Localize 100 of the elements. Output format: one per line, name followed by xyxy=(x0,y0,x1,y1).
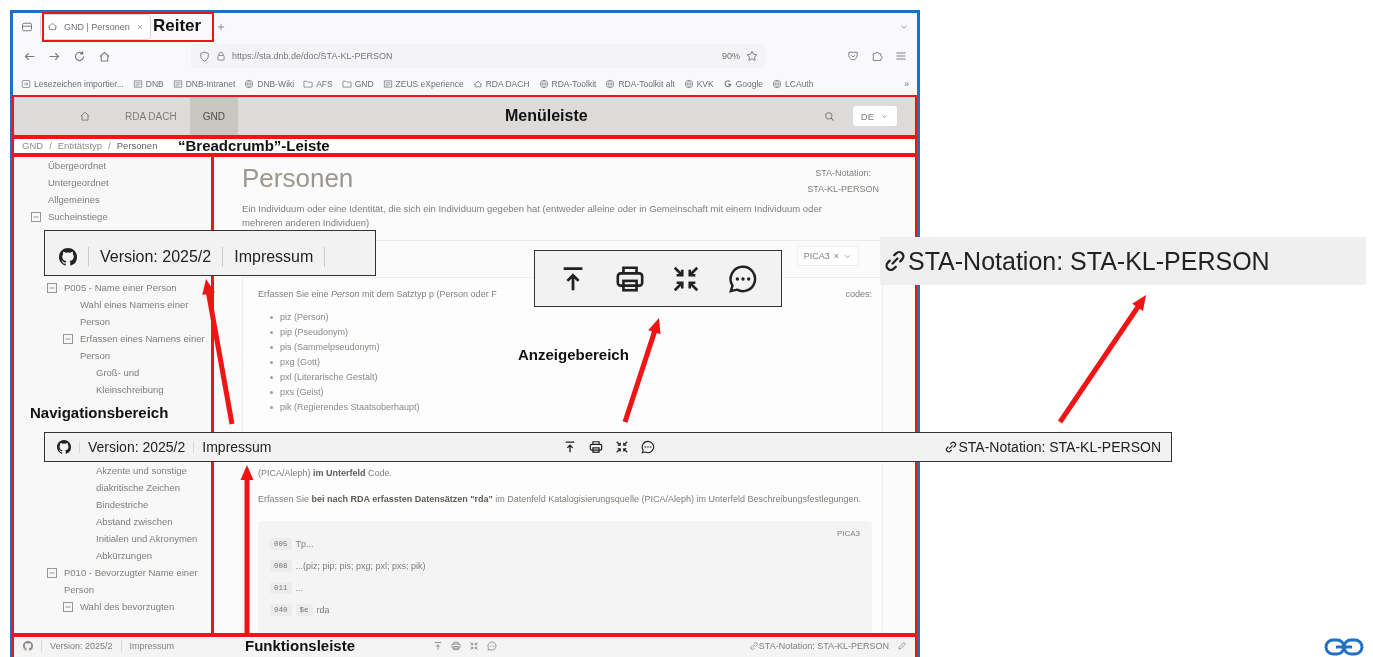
close-icon[interactable] xyxy=(135,22,144,31)
cat-logo-icon[interactable] xyxy=(57,440,71,454)
nav-item[interactable]: Abstand zwischen Initialen und Akronymen xyxy=(96,513,205,547)
home-icon[interactable] xyxy=(98,49,111,63)
bookmark-link[interactable]: LCAuth xyxy=(785,78,814,89)
code-link[interactable]: pxs (Geist) xyxy=(280,385,324,400)
puzzle-icon[interactable] xyxy=(871,50,883,62)
link-icon xyxy=(882,248,908,274)
menu-icon[interactable] xyxy=(895,50,907,62)
arrow-to-top-icon[interactable] xyxy=(563,440,577,454)
instruction-text: codes: xyxy=(845,288,872,301)
field-value: rda xyxy=(316,605,330,615)
bullet-dot xyxy=(270,346,273,349)
nav-item[interactable]: Übergeordnet xyxy=(48,157,205,174)
chat-bubble-icon[interactable] xyxy=(727,263,758,294)
bookmark-link[interactable]: RDA-Toolkit alt xyxy=(618,78,675,89)
bookmark-link[interactable]: RDA DACH xyxy=(485,78,530,89)
version-text: Version: 2025/2 xyxy=(50,641,113,651)
zoom-level[interactable]: 90% xyxy=(722,51,740,61)
printer-icon[interactable] xyxy=(589,440,603,454)
nav-item[interactable]: Akzente und sonstige diakritische Zeichen xyxy=(96,462,205,496)
annotation-label: “Breadcrumb”-Leiste xyxy=(178,137,330,155)
nav-item[interactable]: Wahl des bevorzugten xyxy=(80,598,205,615)
field-value: ... xyxy=(295,583,304,593)
code-link[interactable]: pxl (Literarische Gestalt) xyxy=(280,370,378,385)
bookmark-link[interactable]: GND xyxy=(354,78,374,89)
collapse-icon[interactable] xyxy=(615,440,629,454)
code-link[interactable]: pis (Sammelpseudonym) xyxy=(280,340,380,355)
site-logo-icon xyxy=(172,78,183,89)
bullet-dot xyxy=(270,316,273,319)
breadcrumb-link[interactable]: Entitätstyp xyxy=(57,140,103,151)
nav-item[interactable]: Untergeordnet xyxy=(48,174,205,191)
bullet-dot xyxy=(270,376,273,379)
breadcrumb-separator: / xyxy=(49,140,52,151)
bookmark-link[interactable]: AFS xyxy=(316,78,333,89)
plus-icon[interactable] xyxy=(215,21,226,32)
imprint-link[interactable]: Impressum xyxy=(129,641,175,651)
chain-link-icon xyxy=(1324,638,1364,656)
pencil-icon[interactable] xyxy=(897,641,907,651)
menu-tab[interactable]: RDA DACH xyxy=(112,95,190,137)
notation-link[interactable]: STA-Notation: STA-KL-PERSON xyxy=(748,641,889,651)
bookmark-link[interactable]: DNB-Wiki xyxy=(257,78,295,89)
collapse-toggle-icon[interactable] xyxy=(63,334,73,344)
nav-item[interactable]: P010 - Bevorzugter Name einer Person xyxy=(64,564,205,598)
bookmark-link[interactable]: DNB xyxy=(145,78,164,89)
search-icon[interactable] xyxy=(823,110,835,122)
shield-icon[interactable] xyxy=(199,50,210,62)
sidebar-icon[interactable] xyxy=(21,20,33,33)
note-text: (PICA/Aleph) im Unterfeld Code. xyxy=(258,467,394,480)
annotation-label: Funktionsleiste xyxy=(245,637,356,655)
reload-icon[interactable] xyxy=(73,49,86,63)
notation-link[interactable]: STA-Notation: STA-KL-PERSON xyxy=(882,246,1270,276)
browser-tab[interactable]: GND | Personen xyxy=(41,14,150,39)
overflow-button[interactable]: » xyxy=(904,78,909,89)
pocket-icon[interactable] xyxy=(847,50,859,62)
bookmark-link[interactable]: DNB-Intranet xyxy=(185,78,236,89)
globe-icon xyxy=(244,78,255,89)
address-bar[interactable]: https://sta.dnb.de/doc/STA-KL-PERSON 90% xyxy=(191,44,766,68)
code-link[interactable]: pxg (Gott) xyxy=(280,355,320,370)
bullet-dot xyxy=(270,391,273,394)
bookmark-link[interactable]: Google xyxy=(735,78,764,89)
collapse-toggle-icon[interactable] xyxy=(31,212,41,222)
imprint-link[interactable]: Impressum xyxy=(234,248,314,266)
notation-value: STA-KL-PERSON xyxy=(807,183,879,196)
nav-item[interactable]: P005 - Name einer Person xyxy=(64,279,205,296)
format-select[interactable]: PICA3 × xyxy=(796,246,859,266)
bookmark-link[interactable]: ZEUS eXperience xyxy=(395,78,464,89)
nav-item[interactable]: Sucheinstiege xyxy=(48,208,205,225)
code-link[interactable]: piz (Person) xyxy=(280,310,329,325)
collapse-toggle-icon[interactable] xyxy=(47,283,57,293)
notation-label: STA-Notation: xyxy=(815,167,871,180)
code-link[interactable]: pik (Regierendes Staatsoberhaupt) xyxy=(280,400,420,415)
chat-bubble-icon[interactable] xyxy=(641,440,655,454)
printer-icon[interactable] xyxy=(614,263,645,294)
nav-item[interactable]: Erfassen eines Namens einer Person xyxy=(80,330,205,364)
globe-icon xyxy=(605,78,616,89)
link-icon xyxy=(748,641,759,651)
clear-button[interactable]: × xyxy=(833,251,839,261)
imprint-link[interactable]: Impressum xyxy=(202,439,272,455)
bookmark-link[interactable]: KVK xyxy=(696,78,714,89)
code-link[interactable]: pip (Pseudonym) xyxy=(280,325,349,340)
star-icon[interactable] xyxy=(746,50,758,62)
nav-item[interactable]: Bindestriche xyxy=(96,496,205,513)
nav-item[interactable]: Abkürzungen xyxy=(96,547,205,564)
breadcrumb-link[interactable]: GND xyxy=(22,140,44,151)
menu-tab[interactable]: GND xyxy=(189,95,238,137)
nav-item[interactable]: Wahl eines Namens einer Person xyxy=(80,296,205,330)
nav-item[interactable]: Groß- und Kleinschreibung xyxy=(96,364,205,398)
notation-link[interactable]: STA-Notation: STA-KL-PERSON xyxy=(944,439,1161,455)
import-icon xyxy=(21,78,31,89)
example-format-label: PICA3 xyxy=(836,529,860,538)
nav-item[interactable]: Allgemeines xyxy=(48,191,205,208)
collapse-toggle-icon[interactable] xyxy=(63,602,73,612)
lock-icon[interactable] xyxy=(216,51,226,61)
breadcrumb-separator: / xyxy=(108,140,111,151)
bookmark-link[interactable]: Lesezeichen importier... xyxy=(34,78,124,89)
collapse-toggle-icon[interactable] xyxy=(47,568,57,578)
bookmark-link[interactable]: RDA-Toolkit xyxy=(551,78,597,89)
language-select[interactable]: DE xyxy=(852,106,897,126)
cat-logo-icon[interactable] xyxy=(59,248,77,266)
